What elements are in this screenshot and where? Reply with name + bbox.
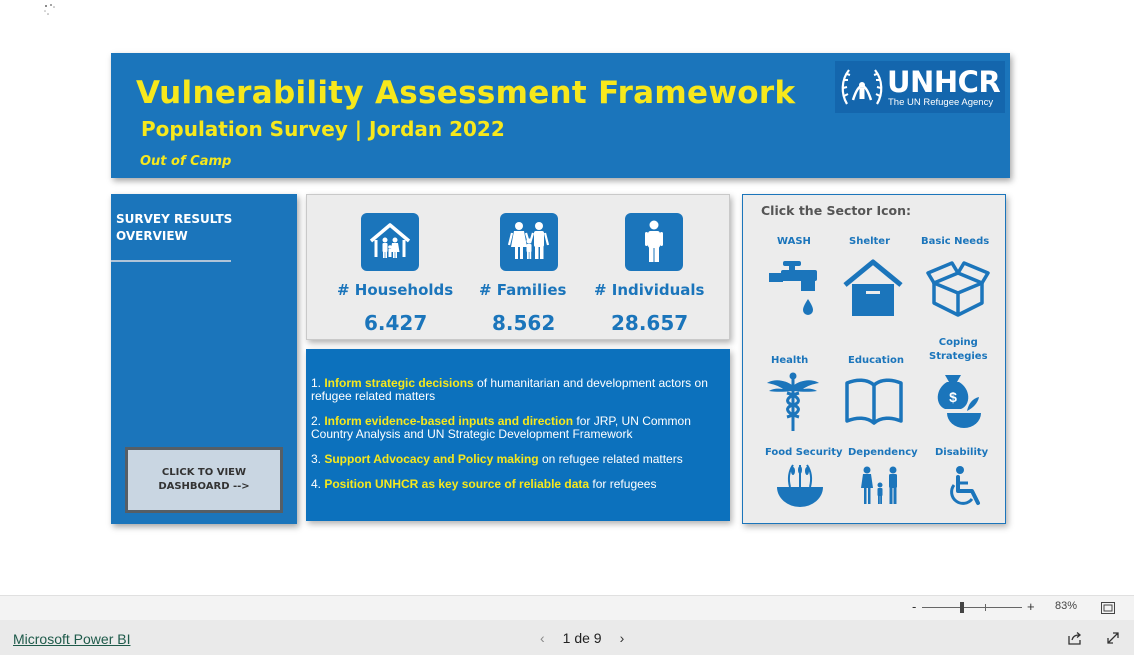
zoom-in-button[interactable]: + [1027,599,1035,614]
sector-label-food-security: Food Security [765,447,843,458]
next-page-chevron-icon[interactable]: › [620,630,625,646]
overview-heading-line1: SURVEY RESULTS [116,212,233,226]
health-caduceus-icon[interactable] [765,371,821,433]
purpose-item: 4. Position UNHCR as key source of relia… [311,478,721,491]
purpose-list: 1. Inform strategic decisions of humanit… [306,349,730,521]
sector-label-wash: WASH [777,236,811,247]
zoom-slider-thumb[interactable] [960,602,964,613]
report-title: Vulnerability Assessment Framework [136,75,796,111]
purpose-number: 3. [311,452,325,466]
stat-label-individuals: # Individuals [594,281,705,299]
stat-label-families: # Families [479,281,567,299]
power-bi-link[interactable]: Microsoft Power BI [13,631,130,647]
purpose-highlight: Position UNHCR as key source of reliable… [324,477,590,491]
sector-label-health: Health [771,355,809,366]
shelter-house-icon[interactable] [843,259,903,319]
unhcr-tagline: The UN Refugee Agency [888,97,994,108]
overview-heading-line2: OVERVIEW [116,229,188,243]
view-dashboard-button-line1: CLICK TO VIEW [161,467,247,478]
sector-panel-heading: Click the Sector Icon: [761,203,912,218]
view-dashboard-button[interactable]: CLICK TO VIEW DASHBOARD --> [125,447,283,513]
status-bar: - + 83% [0,595,1134,620]
footer-bar: Microsoft Power BI ‹ 1 de 9 › [0,620,1134,655]
stat-value-individuals: 28.657 [611,311,689,335]
sector-label-disability: Disability [935,447,989,458]
purpose-highlight: Inform strategic decisions [324,376,474,390]
sector-label-basic-needs: Basic Needs [921,236,990,247]
previous-page-chevron-icon[interactable]: ‹ [540,630,545,646]
stat-value-families: 8.562 [492,311,556,335]
purpose-number: 2. [311,414,325,428]
purpose-item: 1. Inform strategic decisions of humanit… [311,377,721,403]
overview-heading: SURVEY RESULTS OVERVIEW [116,211,232,245]
zoom-out-button[interactable]: - [912,599,916,614]
fit-to-page-icon[interactable] [1101,602,1115,614]
sector-label-dependency: Dependency [848,447,918,458]
unhcr-logo: UNHCR The UN Refugee Agency [835,61,1005,113]
sector-icons-panel: Click the Sector Icon: WASH Shelter Basi… [742,194,1006,524]
svg-text:$: $ [949,389,957,405]
disability-wheelchair-icon[interactable] [946,465,986,509]
header-banner: Vulnerability Assessment Framework Popul… [111,53,1010,178]
view-dashboard-button-line2: DASHBOARD --> [158,481,250,492]
dependency-family-icon[interactable] [857,465,903,509]
basic-needs-box-icon[interactable] [926,259,990,319]
report-subtitle: Population Survey | Jordan 2022 [141,117,505,141]
share-icon[interactable] [1067,631,1082,645]
person-icon [625,213,683,271]
stat-value-households: 6.427 [364,311,428,335]
education-book-icon[interactable] [843,375,905,427]
unhcr-wordmark: UNHCR [887,65,1001,99]
zoom-level: 83% [1055,600,1078,612]
purpose-highlight: Inform evidence-based inputs and directi… [324,414,574,428]
purpose-number: 1. [311,376,325,390]
heading-divider [111,260,231,262]
sector-label-coping-strategies: Coping Strategies [929,336,988,364]
purpose-number: 4. [311,477,325,491]
coping-strategies-moneybag-icon[interactable]: $ [933,371,983,431]
purpose-item: 3. Support Advocacy and Policy making on… [311,453,721,466]
wash-tap-icon[interactable] [767,257,823,323]
population-stats-card: # Households 6.427 # Families 8.562 # In… [306,194,730,340]
page-navigator: ‹ 1 de 9 › [540,630,624,646]
zoom-slider-track[interactable] [922,607,1022,608]
house-family-icon [361,213,419,271]
sector-label-education: Education [848,355,904,366]
purpose-text: for refugees [589,477,657,491]
sector-label-coping-line2: Strategies [929,351,988,362]
zoom-slider-tick [985,604,986,611]
sector-label-coping-line1: Coping [938,337,978,348]
family-icon [500,213,558,271]
unhcr-laurel-icon [841,69,883,105]
food-security-wheat-bowl-icon[interactable] [775,461,825,511]
purpose-highlight: Support Advocacy and Policy making [324,452,539,466]
report-scope-tag: Out of Camp [140,154,232,169]
purpose-text: on refugee related matters [538,452,683,466]
sector-label-shelter: Shelter [849,236,891,247]
loading-spinner-icon [44,4,55,15]
fullscreen-expand-icon[interactable] [1106,631,1120,645]
left-panel: SURVEY RESULTS OVERVIEW CLICK TO VIEW DA… [111,194,297,524]
purpose-item: 2. Inform evidence-based inputs and dire… [311,415,721,441]
page-indicator: 1 de 9 [562,630,602,646]
stat-label-households: # Households [337,281,454,299]
